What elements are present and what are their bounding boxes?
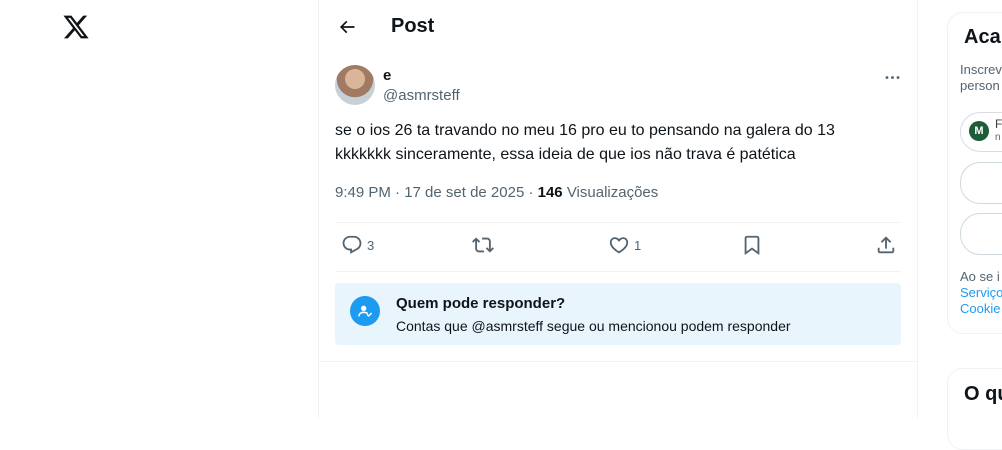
action-bar: 3 1 [335,223,901,271]
divider [335,271,901,272]
reply-restriction-notice: Quem pode responder? Contas que @asmrste… [335,283,901,345]
author-display-name[interactable]: e [383,67,391,84]
google-account-name: F [995,117,1002,131]
repost-button[interactable] [472,234,498,256]
reply-button[interactable]: 3 [341,234,374,256]
more-options-button[interactable] [875,62,909,92]
trends-title: O qu [964,383,1002,405]
back-button[interactable] [331,11,363,43]
google-signin-button[interactable]: M F n [960,112,1002,152]
author-handle[interactable]: @asmrsteff [383,87,460,104]
post-text: se o ios 26 ta travando no meu 16 pro eu… [335,122,835,163]
google-account-email: n [995,132,1001,143]
reply-icon [342,235,362,254]
post-header: Post [319,0,917,53]
post-meta: 9:49 PM · 17 de set de 2025 · 146 Visual… [335,184,658,201]
left-nav [0,0,318,418]
like-count: 1 [634,237,642,253]
repost-icon [472,237,494,253]
signup-card: Aca Inscrev person M F n Ao se i Serviço… [947,12,1002,334]
share-icon [877,236,895,254]
heart-icon [609,237,629,254]
trends-card: O qu [947,368,1002,450]
signup-title: Aca [964,26,1001,48]
mention-icon [350,296,380,326]
main-column: Post e @asmrsteff se o ios 26 ta travand… [318,0,918,418]
x-logo-icon[interactable] [62,13,90,41]
avatar[interactable] [335,65,375,105]
reply-count: 3 [367,237,375,253]
share-button[interactable] [875,234,897,256]
like-button[interactable]: 1 [608,234,641,256]
legal-prefix: Ao se i [960,269,1000,284]
legal-text: Ao se i Serviço Cookie [960,269,1002,317]
divider [319,361,917,362]
arrow-left-icon [339,20,355,34]
page-title: Post [391,15,435,37]
views-label: Visualizações [562,184,659,201]
more-horizontal-icon [885,75,899,79]
bookmark-button[interactable] [741,234,763,256]
reply-restriction-title: Quem pode responder? [396,295,566,312]
bookmark-icon [744,235,760,256]
apple-signin-button[interactable] [960,162,1002,204]
post-timestamp[interactable]: 9:49 PM · 17 de set de 2025 · [335,184,538,201]
create-account-button[interactable] [960,213,1002,255]
signup-text: Inscrev person [960,62,1002,93]
views-count: 146 [537,184,563,201]
terms-link[interactable]: Serviço [960,285,1002,300]
google-account-avatar: M [969,121,989,141]
cookie-link[interactable]: Cookie [960,301,1000,316]
reply-restriction-subtitle: Contas que @asmrsteff segue ou mencionou… [396,318,791,334]
